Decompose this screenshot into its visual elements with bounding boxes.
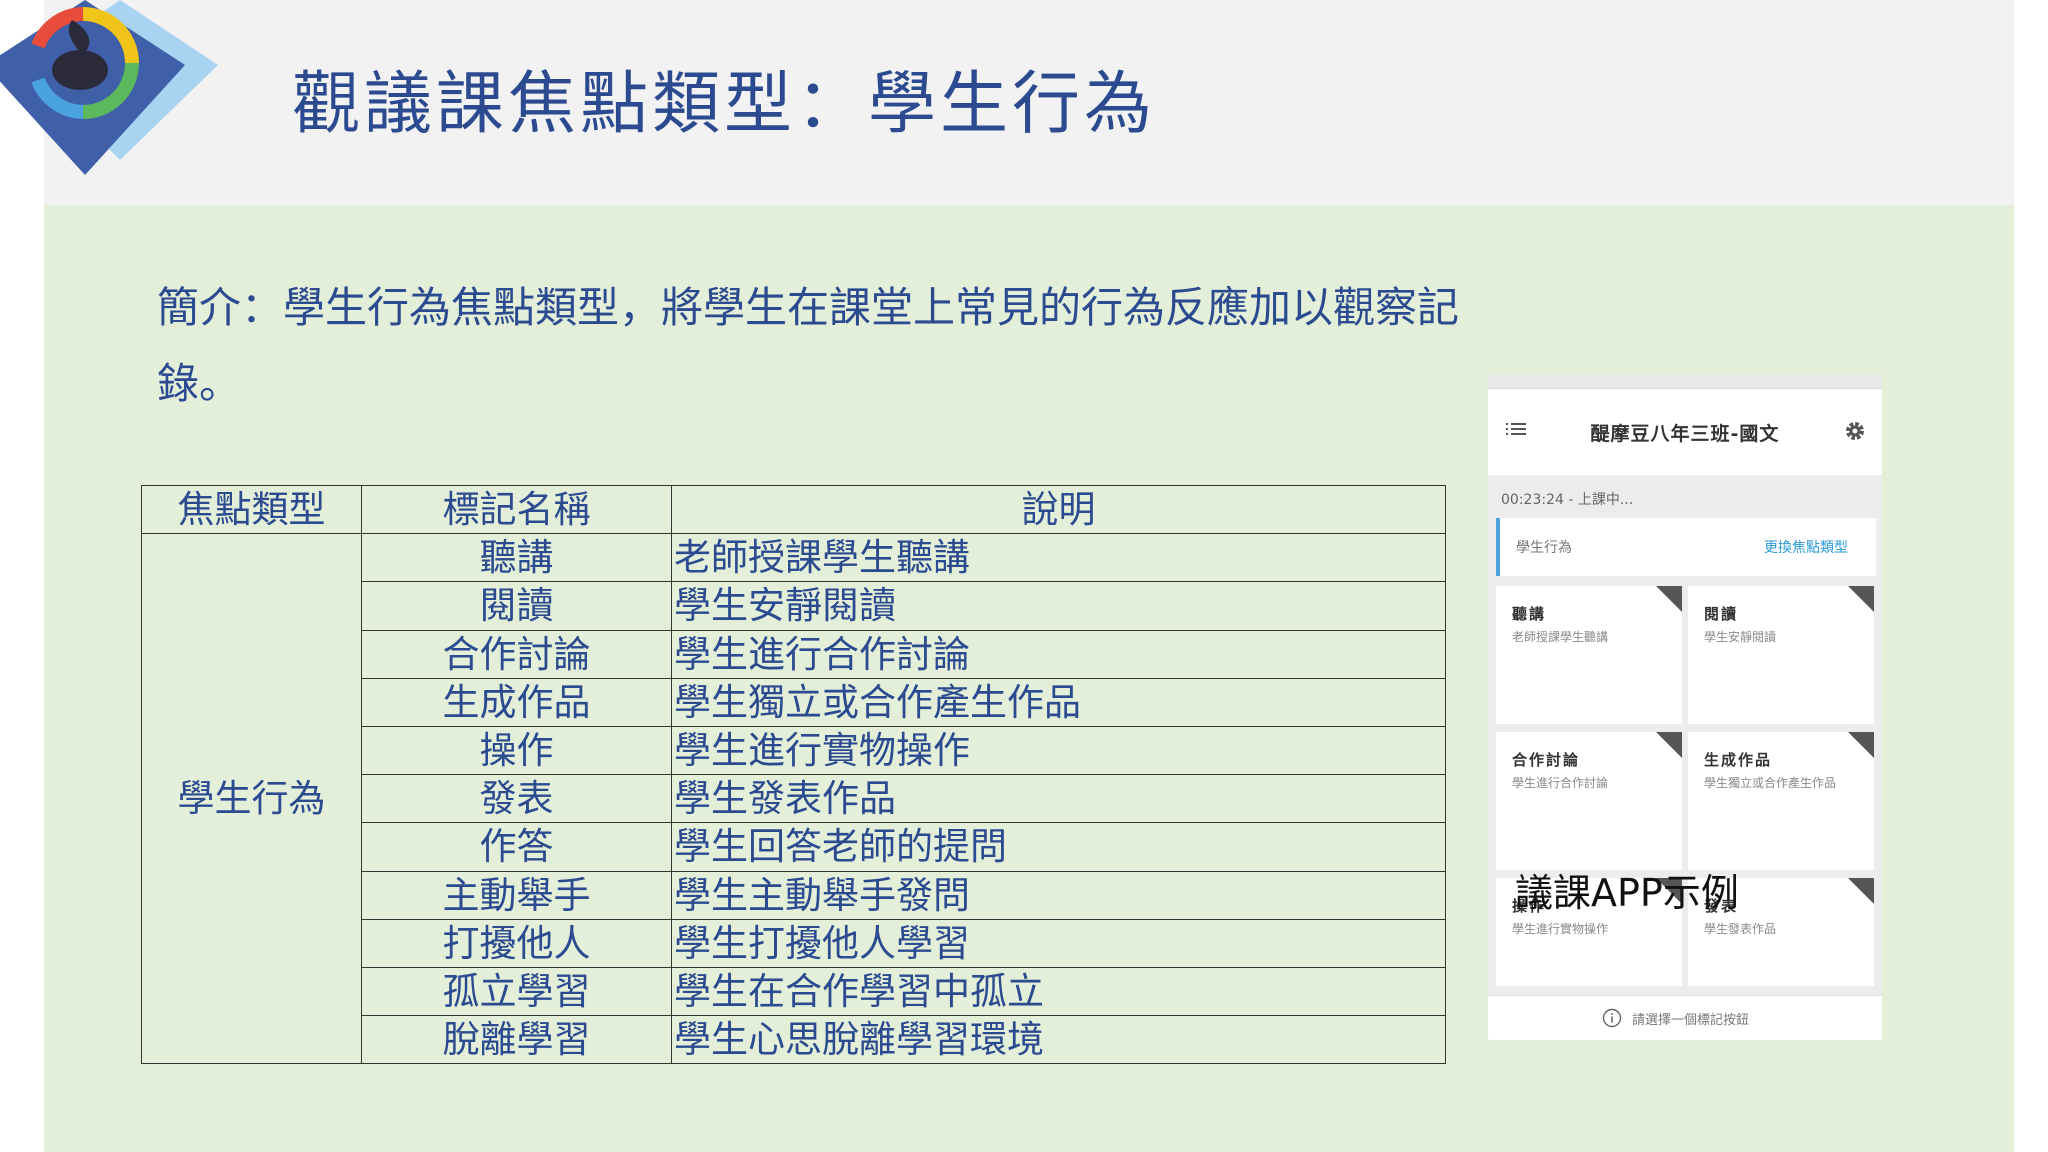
tag-name-cell: 作答 bbox=[361, 822, 672, 872]
tag-button-artifact[interactable]: 生成作品 學生獨立或合作產生作品 bbox=[1688, 732, 1874, 870]
page-title: 觀議課焦點類型：學生行為 bbox=[292, 65, 1157, 144]
description-cell: 學生進行合作討論 bbox=[671, 629, 1446, 679]
tag-description: 學生安靜閱讀 bbox=[1704, 630, 1777, 644]
status-strip bbox=[1488, 375, 1882, 389]
app-title: 醍摩豆八年三班-國文 bbox=[1590, 423, 1780, 445]
tag-button-reading[interactable]: 閱讀 學生安靜閱讀 bbox=[1688, 586, 1874, 724]
tag-name-cell: 發表 bbox=[361, 774, 672, 824]
corner-marker bbox=[1848, 732, 1874, 758]
class-status: 00:23:24 - 上課中... bbox=[1501, 492, 1634, 508]
focus-type-label: 學生行為 bbox=[1516, 540, 1572, 556]
tag-name-cell: 脫離學習 bbox=[361, 1015, 672, 1065]
tag-name-cell: 主動舉手 bbox=[361, 870, 672, 920]
tag-description: 學生進行實物操作 bbox=[1512, 922, 1609, 936]
description-cell: 學生進行實物操作 bbox=[671, 725, 1446, 776]
description-cell: 學生回答老師的提問 bbox=[671, 822, 1446, 872]
header-description: 說明 bbox=[671, 484, 1446, 535]
corner-marker bbox=[1656, 586, 1682, 612]
tag-description: 學生獨立或合作產生作品 bbox=[1704, 776, 1837, 790]
focus-type-table: 焦點類型 標記名稱 說明 學生行為 聽講 老師授課學生聽講 閱讀 學生安靜閱讀 … bbox=[141, 484, 1446, 1065]
tag-title: 聽講 bbox=[1512, 605, 1547, 623]
tag-description: 老師授課學生聽講 bbox=[1512, 630, 1609, 644]
tag-title: 閱讀 bbox=[1704, 605, 1739, 623]
intro-text: 簡介：學生行為焦點類型，將學生在課堂上常見的行為反應加以觀察記錄。 bbox=[157, 283, 1460, 408]
focus-type-bar: 學生行為 更換焦點類型 bbox=[1496, 518, 1876, 576]
footer-hint: 請選擇一個標記按鈕 bbox=[1632, 1013, 1750, 1028]
slide-header: 觀議課焦點類型：學生行為 bbox=[0, 0, 2014, 205]
tag-name-cell: 生成作品 bbox=[361, 677, 672, 727]
header-focus-type: 焦點類型 bbox=[141, 484, 362, 535]
focus-type-cell: 學生行為 bbox=[141, 533, 362, 1065]
tag-title: 生成作品 bbox=[1704, 751, 1773, 769]
description-cell: 學生在合作學習中孤立 bbox=[671, 966, 1446, 1017]
tag-name-cell: 閱讀 bbox=[361, 581, 672, 631]
tag-title: 合作討論 bbox=[1512, 751, 1581, 769]
table-header-row: 焦點類型 標記名稱 說明 bbox=[141, 484, 1446, 535]
info-icon bbox=[1602, 1008, 1622, 1028]
description-cell: 學生獨立或合作產生作品 bbox=[671, 677, 1446, 727]
tag-button-listening[interactable]: 聽講 老師授課學生聽講 bbox=[1496, 586, 1682, 724]
table-row: 學生行為 聽講 老師授課學生聽講 bbox=[141, 533, 1446, 1065]
tag-description: 學生進行合作討論 bbox=[1512, 776, 1609, 790]
description-cell: 學生發表作品 bbox=[671, 774, 1446, 824]
app-screenshot: 醍摩豆八年三班-國文 00:23:24 - 上課中... 學生行為 更換焦點類型… bbox=[1488, 375, 1882, 1040]
tag-name-cell: 打擾他人 bbox=[361, 918, 672, 968]
app-footer: 請選擇一個標記按鈕 bbox=[1488, 995, 1882, 1040]
description-cell: 老師授課學生聽講 bbox=[671, 533, 1446, 583]
app-caption: 議課APP示例 bbox=[1515, 871, 1739, 915]
corner-marker bbox=[1656, 732, 1682, 758]
description-cell: 學生主動舉手發問 bbox=[671, 870, 1446, 920]
description-cell: 學生心思脫離學習環境 bbox=[671, 1015, 1446, 1065]
tag-name-cell: 孤立學習 bbox=[361, 966, 672, 1017]
content-panel: 簡介：學生行為焦點類型，將學生在課堂上常見的行為反應加以觀察記錄。 焦點類型 標… bbox=[44, 205, 2014, 1152]
tag-button-discussion[interactable]: 合作討論 學生進行合作討論 bbox=[1496, 732, 1682, 870]
tag-name-cell: 聽講 bbox=[361, 533, 672, 583]
corner-marker bbox=[1848, 586, 1874, 612]
description-cell: 學生打擾他人學習 bbox=[671, 918, 1446, 968]
tag-name-cell: 合作討論 bbox=[361, 629, 672, 679]
logo-icon bbox=[0, 0, 218, 175]
tag-description: 學生發表作品 bbox=[1704, 922, 1777, 936]
change-focus-type-link[interactable]: 更換焦點類型 bbox=[1764, 537, 1848, 557]
header-tag-name: 標記名稱 bbox=[361, 484, 672, 535]
app-bar: 醍摩豆八年三班-國文 bbox=[1488, 389, 1882, 475]
description-cell: 學生安靜閱讀 bbox=[671, 581, 1446, 631]
gear-icon[interactable] bbox=[1843, 419, 1867, 443]
tag-name-cell: 操作 bbox=[361, 725, 672, 776]
